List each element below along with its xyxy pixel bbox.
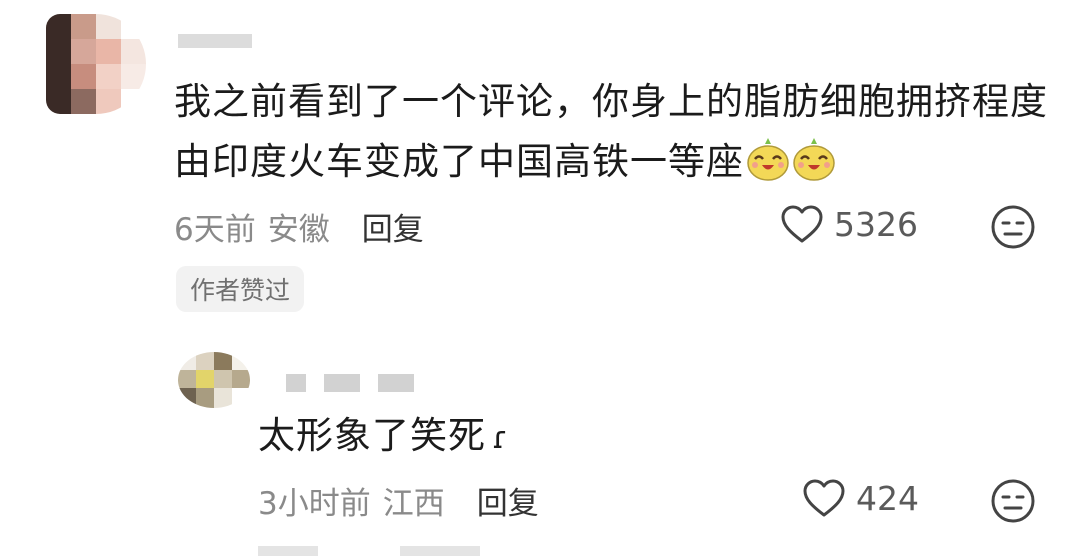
reply-text-content: 太形象了笑死 xyxy=(258,414,486,457)
flipped-j-icon: ɾ xyxy=(492,421,509,456)
reply-reply-button[interactable]: 回复 xyxy=(477,478,539,523)
neutral-face-icon[interactable] xyxy=(990,478,1036,524)
next-item-partial xyxy=(400,546,480,556)
reply-text: 太形象了笑死 ɾ xyxy=(258,406,509,469)
commenter-avatar[interactable] xyxy=(46,14,146,114)
comment-text-line-2-content: 由印度火车变成了中国高铁一等座 xyxy=(174,140,744,183)
reply-like-button[interactable]: 424 xyxy=(802,478,919,518)
replier-avatar[interactable] xyxy=(178,352,250,408)
comment-text-line-1: 我之前看到了一个评论，你身上的脂肪细胞拥挤程度 xyxy=(174,80,1048,123)
comment-reply-button[interactable]: 回复 xyxy=(362,204,424,249)
author-liked-badge: 作者赞过 xyxy=(176,266,305,312)
next-item-partial xyxy=(258,546,318,556)
neutral-face-icon[interactable] xyxy=(990,204,1036,250)
comment-like-button[interactable]: 5326 xyxy=(780,204,918,244)
comment-text-line-2: 由印度火车变成了中国高铁一等座 xyxy=(174,132,836,192)
comment-like-count: 5326 xyxy=(834,204,918,244)
comment-time: 6天前 xyxy=(174,212,256,248)
heart-outline-icon xyxy=(803,479,845,517)
reply-meta: 3小时前 江西 回复 xyxy=(258,478,539,523)
heart-outline-icon xyxy=(781,205,823,243)
reply-location: 江西 xyxy=(382,486,445,522)
replier-name-blurred[interactable] xyxy=(286,374,414,392)
comment-meta: 6天前 安徽 回复 xyxy=(174,204,424,249)
laughing-pear-emoji-icon xyxy=(793,138,835,181)
comment-location: 安徽 xyxy=(267,212,330,248)
reply-like-count: 424 xyxy=(856,478,919,518)
commenter-name-blurred[interactable] xyxy=(178,34,252,48)
laughing-pear-emoji-icon xyxy=(747,138,789,181)
reply-time: 3小时前 xyxy=(258,486,371,522)
